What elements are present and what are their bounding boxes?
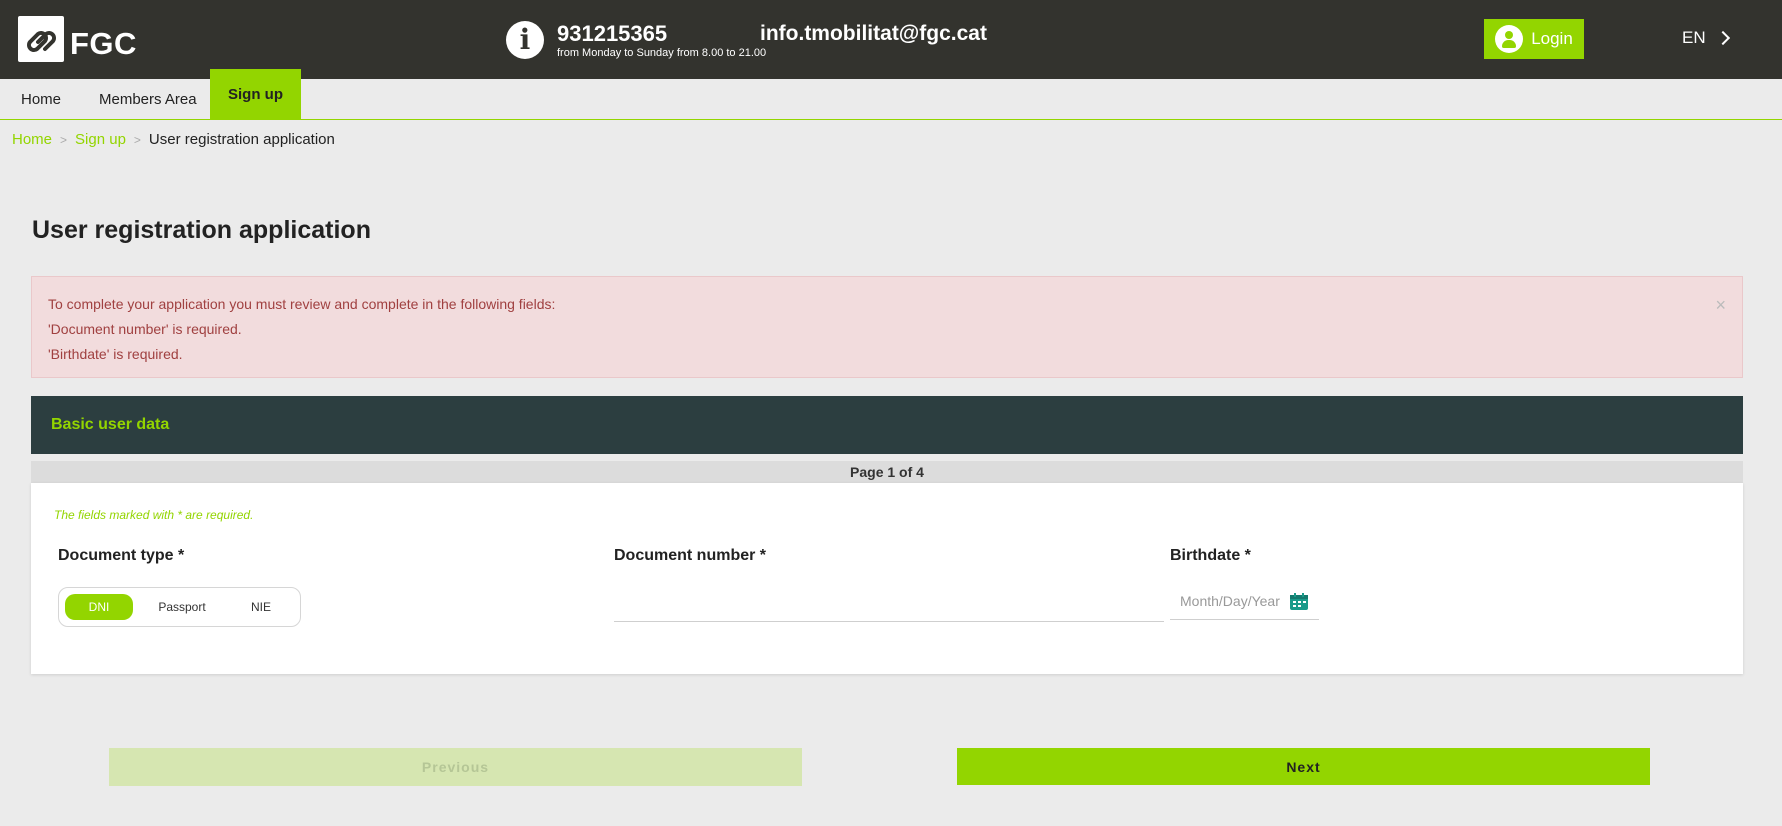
next-button[interactable]: Next	[957, 748, 1650, 785]
language-label: EN	[1682, 28, 1706, 47]
document-number-label: Document number *	[614, 547, 767, 564]
nav-item-members-area[interactable]: Members Area	[99, 79, 197, 119]
page-title: User registration application	[32, 216, 371, 244]
alert-error-birthdate: 'Birthdate' is required.	[48, 346, 183, 362]
document-type-option-nie[interactable]: NIE	[231, 594, 291, 620]
contact-email[interactable]: info.tmobilitat@fgc.cat	[760, 22, 987, 46]
main-nav: Home Members Area Sign up	[0, 69, 1782, 120]
required-note: The fields marked with * are required.	[54, 508, 254, 522]
nav-item-home[interactable]: Home	[21, 79, 61, 119]
form-card: The fields marked with * are required. D…	[31, 483, 1743, 674]
close-icon[interactable]: ×	[1715, 295, 1726, 316]
breadcrumb-sign-up[interactable]: Sign up	[75, 131, 126, 148]
birthdate-input[interactable]	[1170, 583, 1290, 619]
opening-hours: from Monday to Sunday from 8.00 to 21.00	[557, 47, 767, 59]
alert-error-document-number: 'Document number' is required.	[48, 321, 242, 337]
breadcrumb-current: User registration application	[148, 131, 335, 148]
breadcrumb: Home > Sign up > User registration appli…	[12, 131, 335, 148]
section-header: Basic user data	[31, 396, 1743, 454]
breadcrumb-separator: >	[60, 132, 68, 147]
breadcrumb-separator: >	[133, 132, 141, 147]
phone-number: 931215365	[557, 21, 668, 46]
logo-text: FGC	[70, 26, 137, 61]
birthdate-label: Birthdate *	[1170, 547, 1251, 564]
nav-item-sign-up[interactable]: Sign up	[210, 69, 301, 120]
document-number-input[interactable]	[614, 583, 1164, 622]
user-icon	[1495, 25, 1524, 53]
language-selector[interactable]: EN	[1682, 28, 1730, 48]
chevron-right-icon	[1715, 30, 1730, 46]
breadcrumb-home[interactable]: Home	[12, 131, 52, 148]
document-type-toggle: DNI Passport NIE	[58, 587, 301, 627]
alert-message: To complete your application you must re…	[48, 296, 556, 312]
error-alert: To complete your application you must re…	[31, 276, 1743, 378]
fgc-logo-icon	[18, 16, 64, 62]
document-type-option-dni[interactable]: DNI	[65, 594, 133, 620]
document-type-option-passport[interactable]: Passport	[143, 594, 221, 620]
page-indicator: Page 1 of 4	[31, 461, 1743, 483]
login-button[interactable]: Login	[1484, 19, 1584, 59]
previous-button[interactable]: Previous	[109, 748, 802, 786]
info-icon: i	[506, 21, 544, 59]
calendar-icon[interactable]	[1289, 593, 1309, 610]
fgc-logo[interactable]: FGC	[18, 16, 137, 62]
login-label: Login	[1531, 29, 1573, 48]
document-type-label: Document type *	[58, 547, 185, 564]
section-title: Basic user data	[51, 416, 170, 433]
birthdate-field	[1170, 583, 1319, 620]
top-header: FGC i 931215365 from Monday to Sunday fr…	[0, 0, 1782, 79]
